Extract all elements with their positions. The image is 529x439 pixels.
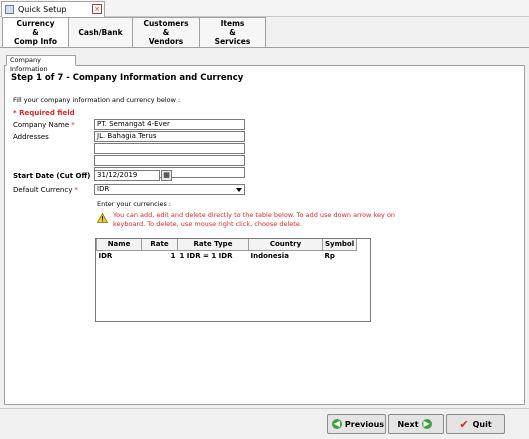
company-name-label: Company Name * bbox=[13, 121, 75, 129]
next-label: Next bbox=[397, 419, 419, 429]
next-button[interactable]: Next ▶ bbox=[388, 414, 444, 434]
wizard-tabs: Currency & Comp Info Cash/Bank Customers… bbox=[2, 17, 266, 48]
addresses-label: Addresses bbox=[13, 133, 49, 141]
arrow-right-icon: ▶ bbox=[421, 419, 432, 429]
address-line-1-input[interactable]: JL. Bahagia Terus bbox=[94, 131, 245, 142]
column-header-rate[interactable]: Rate bbox=[141, 239, 178, 251]
app-icon bbox=[5, 5, 14, 14]
warning-icon bbox=[97, 213, 108, 223]
chevron-down-icon[interactable] bbox=[236, 188, 242, 192]
cell-symbol[interactable]: Rp bbox=[323, 250, 357, 261]
cell-rate[interactable]: 1 bbox=[142, 250, 178, 261]
column-header-rate-type[interactable]: Rate Type bbox=[177, 239, 249, 251]
checkmark-icon: ✔ bbox=[459, 417, 469, 431]
column-header-country[interactable]: Country bbox=[248, 239, 323, 251]
tab-company-information[interactable]: Company Information bbox=[6, 55, 76, 73]
tab-cash-bank[interactable]: Cash/Bank bbox=[69, 17, 133, 48]
quit-label: Quit bbox=[472, 419, 492, 429]
required-field-note: * Required field bbox=[13, 109, 75, 117]
cell-rate-type[interactable]: 1 IDR = 1 IDR bbox=[178, 250, 249, 261]
arrow-left-icon: ◀ bbox=[331, 419, 342, 429]
table-row[interactable]: IDR 1 1 IDR = 1 IDR Indonesia Rp bbox=[97, 250, 357, 261]
start-date-label: Start Date (Cut Off) bbox=[13, 172, 91, 180]
main-panel: Step 1 of 7 - Company Information and Cu… bbox=[4, 65, 525, 405]
currency-table-grid: Name Rate Rate Type Country Symbol IDR 1… bbox=[96, 239, 358, 261]
previous-button[interactable]: ◀ Previous bbox=[327, 414, 386, 434]
company-name-input[interactable]: PT. Semangat 4-Ever bbox=[94, 119, 245, 130]
table-header-row: Name Rate Rate Type Country Symbol bbox=[96, 239, 358, 251]
calendar-icon[interactable]: ▦ bbox=[161, 170, 172, 181]
footer-divider bbox=[0, 408, 529, 409]
address-line-3-input[interactable] bbox=[94, 155, 245, 166]
currency-table[interactable]: Name Rate Rate Type Country Symbol IDR 1… bbox=[95, 238, 371, 322]
quit-button[interactable]: ✔ Quit bbox=[446, 414, 505, 434]
cell-name[interactable]: IDR bbox=[97, 250, 142, 261]
window-tab[interactable]: Quick Setup × bbox=[1, 1, 105, 17]
column-header-name[interactable]: Name bbox=[96, 239, 142, 251]
window-title: Quick Setup bbox=[18, 5, 67, 14]
default-currency-value: IDR bbox=[97, 185, 110, 193]
default-currency-label: Default Currency * bbox=[13, 186, 78, 194]
currencies-label: Enter your currencies : bbox=[97, 200, 172, 208]
required-star: * bbox=[71, 121, 75, 129]
intro-text: Fill your company information and curren… bbox=[13, 96, 181, 104]
previous-label: Previous bbox=[344, 419, 385, 429]
currency-warning-text: You can add, edit and delete directly to… bbox=[113, 211, 396, 228]
column-header-symbol[interactable]: Symbol bbox=[321, 239, 358, 251]
tab-divider bbox=[0, 47, 529, 48]
tab-items-services[interactable]: Items & Services bbox=[200, 17, 266, 48]
step-title: Step 1 of 7 - Company Information and Cu… bbox=[11, 73, 244, 83]
default-currency-select[interactable]: IDR bbox=[94, 184, 245, 195]
cell-country[interactable]: Indonesia bbox=[249, 250, 323, 261]
required-star: * bbox=[74, 186, 78, 194]
close-icon[interactable]: × bbox=[92, 4, 102, 14]
address-line-2-input[interactable] bbox=[94, 143, 245, 154]
title-bar: Quick Setup × bbox=[0, 0, 529, 17]
tab-currency-comp-info[interactable]: Currency & Comp Info bbox=[2, 17, 69, 48]
start-date-input[interactable]: 31/12/2019 bbox=[94, 170, 160, 181]
tab-customers-vendors[interactable]: Customers & Vendors bbox=[133, 17, 200, 48]
